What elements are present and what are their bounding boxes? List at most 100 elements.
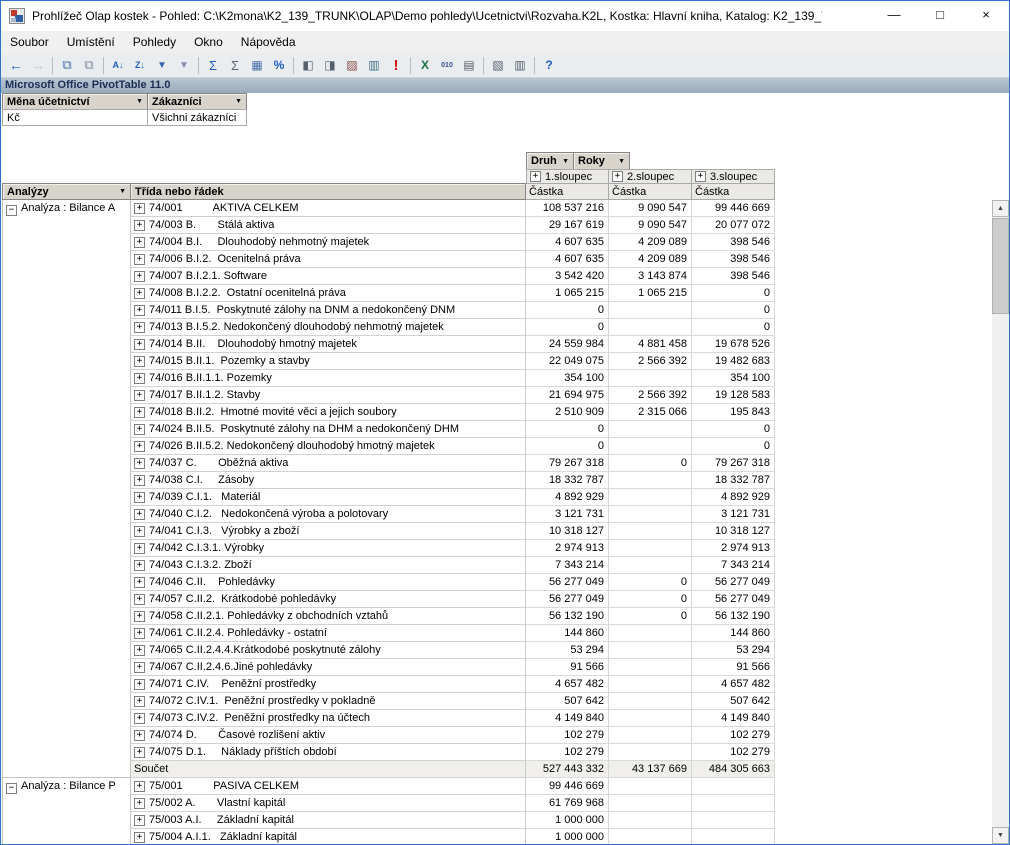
dropdown-arrow-icon[interactable]: ▼ [114, 188, 126, 195]
account-label-cell[interactable]: +74/041 C.I.3. Výrobky a zboží [131, 523, 526, 540]
expand-icon[interactable]: + [134, 254, 145, 265]
account-label-cell[interactable]: +74/043 C.I.3.2. Zboží [131, 557, 526, 574]
expand-icon[interactable]: + [134, 390, 145, 401]
expand-icon[interactable]: + [134, 373, 145, 384]
close-button[interactable]: × [963, 1, 1009, 31]
collapse-icon[interactable]: − [6, 783, 17, 794]
expand-icon[interactable]: + [134, 713, 145, 724]
back-icon[interactable]: ← [5, 55, 27, 75]
account-label-cell[interactable]: +74/038 C.I. Zásoby [131, 472, 526, 489]
account-label-cell[interactable]: +74/018 B.II.2. Hmotné movité věci a jej… [131, 404, 526, 421]
group-header-cell[interactable]: −Analýza : Bilance A [2, 200, 131, 778]
expand-icon[interactable]: + [134, 662, 145, 673]
expand-icon[interactable]: + [134, 645, 145, 656]
menu-item-umisteni[interactable]: Umístění [58, 35, 124, 49]
expand-icon[interactable]: + [134, 815, 145, 826]
expand-icon[interactable]: + [134, 305, 145, 316]
row-caption-trida-nebo-radek[interactable]: Třída nebo řádek [131, 183, 526, 200]
expand-icon[interactable]: + [134, 475, 145, 486]
account-label-cell[interactable]: +74/040 C.I.2. Nedokončená výroba a polo… [131, 506, 526, 523]
expand-icon[interactable]: + [134, 237, 145, 248]
account-label-cell[interactable]: +74/026 B.II.5.2. Nedokončený dlouhodobý… [131, 438, 526, 455]
dropdown-arrow-icon[interactable]: ▼ [613, 158, 625, 165]
row-field-analyzy[interactable]: Analýzy ▼ [2, 183, 131, 200]
expand-icon[interactable]: + [134, 441, 145, 452]
autofilter-icon[interactable]: ▼ [151, 55, 173, 75]
menu-item-soubor[interactable]: Soubor [1, 35, 58, 49]
expand-icon[interactable]: + [134, 339, 145, 350]
expand-icon[interactable]: + [134, 288, 145, 299]
expand-icon[interactable]: + [134, 781, 145, 792]
account-label-cell[interactable]: +74/008 B.I.2.2. Ostatní ocenitelná práv… [131, 285, 526, 302]
account-label-cell[interactable]: +74/058 C.II.2.1. Pohledávky z obchodníc… [131, 608, 526, 625]
help-icon[interactable]: ? [538, 55, 560, 75]
dropdown-arrow-icon[interactable]: ▼ [230, 98, 242, 105]
print-icon[interactable]: ▤ [458, 55, 480, 75]
expand-icon[interactable]: + [134, 798, 145, 809]
column-header-2sloupec[interactable]: + 2.sloupec [609, 169, 692, 184]
expand-icon[interactable]: + [695, 171, 706, 182]
column-header-3sloupec[interactable]: + 3.sloupec [692, 169, 775, 184]
expand-icon[interactable]: + [134, 747, 145, 758]
expand-icon[interactable]: + [134, 577, 145, 588]
account-label-cell[interactable]: +74/015 B.II.1. Pozemky a stavby [131, 353, 526, 370]
expand-icon[interactable]: + [134, 543, 145, 554]
account-label-cell[interactable]: +74/057 C.II.2. Krátkodobé pohledávky [131, 591, 526, 608]
show-details-icon[interactable]: ▥ [363, 55, 385, 75]
expand-icon[interactable]: + [134, 628, 145, 639]
commands-options-icon[interactable]: ▧ [487, 55, 509, 75]
expand-icon[interactable]: + [134, 492, 145, 503]
show-as-percent-icon[interactable]: % [268, 55, 290, 75]
expand-icon[interactable]: + [134, 679, 145, 690]
sort-descending-icon[interactable]: Z↓ [129, 55, 151, 75]
field-list-icon[interactable]: ▥ [509, 55, 531, 75]
column-header-1sloupec[interactable]: + 1.sloupec [526, 169, 609, 184]
account-label-cell[interactable]: +74/016 B.II.1.1. Pozemky [131, 370, 526, 387]
expand-icon[interactable]: + [134, 356, 145, 367]
account-label-cell[interactable]: +74/072 C.IV.1. Peněžní prostředky v pok… [131, 693, 526, 710]
expand-icon[interactable]: + [134, 203, 145, 214]
account-label-cell[interactable]: +74/061 C.II.2.4. Pohledávky - ostatní [131, 625, 526, 642]
account-label-cell[interactable]: +74/007 B.I.2.1. Software [131, 268, 526, 285]
filter-field-mena-ucetnictvi[interactable]: Měna účetnictví ▼ [2, 93, 148, 110]
minimize-button[interactable]: — [871, 1, 917, 31]
expand-icon[interactable]: + [134, 611, 145, 622]
account-label-cell[interactable]: +74/006 B.I.2. Ocenitelná práva [131, 251, 526, 268]
account-label-cell[interactable]: +74/042 C.I.3.1. Výrobky [131, 540, 526, 557]
collapse-members-icon[interactable]: ◧ [297, 55, 319, 75]
expand-icon[interactable]: + [134, 271, 145, 282]
expand-icon[interactable]: + [134, 424, 145, 435]
account-label-cell[interactable]: +74/046 C.II. Pohledávky [131, 574, 526, 591]
account-label-cell[interactable]: +74/074 D. Časové rozlišení aktiv [131, 727, 526, 744]
account-label-cell[interactable]: +74/004 B.I. Dlouhodobý nehmotný majetek [131, 234, 526, 251]
menu-item-okno[interactable]: Okno [185, 35, 232, 49]
copy-icon[interactable]: ⧉ [56, 55, 78, 75]
scrollbar-thumb[interactable] [992, 218, 1009, 314]
scroll-up-icon[interactable]: ▲ [992, 200, 1009, 217]
account-label-cell[interactable]: +75/001 PASIVA CELKEM [131, 778, 526, 795]
expand-icon[interactable]: + [134, 560, 145, 571]
scroll-down-icon[interactable]: ▼ [992, 827, 1009, 844]
account-label-cell[interactable]: +74/024 B.II.5. Poskytnuté zálohy na DHM… [131, 421, 526, 438]
account-label-cell[interactable]: +75/002 A. Vlastní kapitál [131, 795, 526, 812]
account-label-cell[interactable]: +74/011 B.I.5. Poskytnuté zálohy na DNM … [131, 302, 526, 319]
expand-icon[interactable]: + [134, 220, 145, 231]
account-label-cell[interactable]: +74/067 C.II.2.4.6.Jiné pohledávky [131, 659, 526, 676]
expand-icon[interactable]: + [134, 832, 145, 843]
expand-icon[interactable]: + [134, 509, 145, 520]
expand-icon[interactable]: + [134, 458, 145, 469]
account-label-cell[interactable]: +74/001 AKTIVA CELKEM [131, 200, 526, 217]
filter-top-bottom-icon[interactable]: ▼ [173, 55, 195, 75]
menu-item-napoveda[interactable]: Nápověda [232, 35, 305, 49]
export-to-excel-icon[interactable]: X [414, 55, 436, 75]
expand-icon[interactable]: + [134, 594, 145, 605]
expand-icon[interactable]: + [134, 322, 145, 333]
column-field-roky[interactable]: Roky ▼ [574, 152, 630, 170]
subtotal-icon[interactable]: Σ [224, 55, 246, 75]
sort-ascending-icon[interactable]: A↓ [107, 55, 129, 75]
account-label-cell[interactable]: +74/017 B.II.1.2. Stavby [131, 387, 526, 404]
subtotal-label-cell[interactable]: Součet [131, 761, 526, 778]
account-label-cell[interactable]: +74/073 C.IV.2. Peněžní prostředky na úč… [131, 710, 526, 727]
account-label-cell[interactable]: +74/039 C.I.1. Materiál [131, 489, 526, 506]
hide-details-icon[interactable]: ▨ [341, 55, 363, 75]
